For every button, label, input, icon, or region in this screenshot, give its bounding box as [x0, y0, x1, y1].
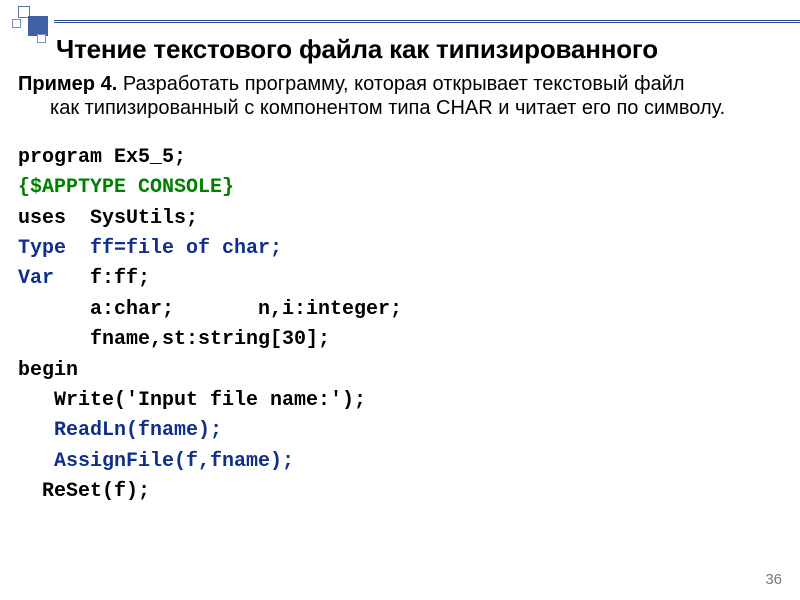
- decor-square: [37, 34, 46, 43]
- code-keyword: Var: [18, 267, 90, 290]
- decor-square: [12, 19, 21, 28]
- code-var: f:ff;: [90, 267, 150, 290]
- code-line: ReadLn(fname);: [18, 416, 786, 446]
- code-line: begin: [18, 356, 786, 386]
- code-block: program Ex5_5; {$APPTYPE CONSOLE} uses S…: [18, 143, 786, 508]
- example-label: Пример 4.: [18, 73, 117, 95]
- code-line: a:char; n,i:integer;: [18, 295, 786, 325]
- example-text-rest: как типизированный с компонентом типа CH…: [18, 96, 786, 120]
- code-line: ReSet(f);: [18, 477, 786, 507]
- code-line: fname,st:string[30];: [18, 325, 786, 355]
- page-number: 36: [765, 571, 782, 588]
- slide-title: Чтение текстового файла как типизированн…: [56, 34, 790, 65]
- code-keyword: Type: [18, 237, 90, 260]
- decor-square: [28, 16, 48, 36]
- code-line: {$APPTYPE CONSOLE}: [18, 173, 786, 203]
- code-line: program Ex5_5;: [18, 143, 786, 173]
- code-line: Write('Input file name:');: [18, 386, 786, 416]
- example-paragraph: Пример 4. Разработать программу, которая…: [18, 72, 786, 121]
- code-line: Type ff=file of char;: [18, 234, 786, 264]
- code-line: uses SysUtils;: [18, 204, 786, 234]
- header-rule: [54, 20, 800, 23]
- code-line: Var f:ff;: [18, 264, 786, 294]
- code-line: AssignFile(f,fname);: [18, 447, 786, 477]
- slide-body: Пример 4. Разработать программу, которая…: [18, 72, 786, 507]
- example-text-first: Разработать программу, которая открывает…: [117, 73, 684, 95]
- code-typedef: ff=file of char;: [90, 237, 282, 260]
